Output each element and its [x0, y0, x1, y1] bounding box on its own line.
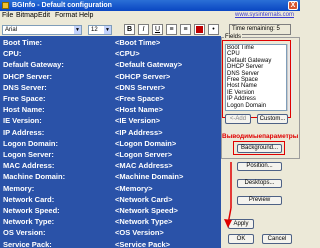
fields-annotation-box [222, 40, 291, 118]
field-label: IE Version: [3, 116, 42, 126]
field-label: Memory: [3, 183, 35, 193]
align-center-button[interactable]: ≡ [180, 24, 191, 35]
font-color-button[interactable] [194, 24, 205, 35]
field-label: Free Space: [3, 94, 46, 103]
cancel-button[interactable]: Cancel [262, 234, 292, 244]
chevron-down-icon: ▼ [104, 26, 111, 34]
field-value: <IP Address> [115, 127, 163, 137]
field-label: DNS Server: [3, 82, 47, 92]
field-value: <Default Gateway> [115, 60, 183, 70]
field-label: IP Address: [3, 127, 45, 137]
field-label: Logon Domain: [3, 138, 58, 148]
field-label: Default Gateway: [3, 60, 64, 70]
field-value: <Network Speed> [115, 206, 178, 215]
menu-help[interactable]: Help [79, 12, 93, 20]
sysinternals-link[interactable]: www.sysinternals.com [235, 12, 294, 18]
font-size-value: 12 [91, 27, 98, 33]
field-value: <Logon Server> [115, 150, 173, 159]
font-value: Arial [5, 27, 18, 33]
chevron-down-icon: ▼ [74, 26, 81, 34]
preview-button[interactable]: Preview [237, 196, 282, 205]
window-title: BGInfo - Default configuration [12, 2, 112, 9]
menu-file[interactable]: File [2, 12, 13, 20]
field-label: Logon Server: [3, 150, 54, 159]
field-value: <Memory> [115, 183, 153, 193]
field-value: <CPU> [115, 49, 140, 59]
field-label: Boot Time: [3, 38, 43, 47]
font-size-dropdown[interactable]: 12 ▼ [88, 25, 112, 35]
field-value: <DNS Server> [115, 82, 166, 92]
field-value: <Service Pack> [115, 239, 171, 248]
field-value: <Host Name> [115, 105, 163, 115]
color-swatch-icon [196, 26, 203, 33]
bginfo-editor[interactable]: Boot Time: <Boot Time> CPU: <CPU> Default Ga… [0, 36, 221, 248]
field-value: <MAC Address> [115, 161, 173, 171]
desktops-button[interactable]: Desktops... [237, 179, 282, 188]
field-label: Network Speed: [3, 206, 60, 215]
field-value: <Logon Domain> [115, 138, 177, 148]
italic-button[interactable]: I [138, 24, 149, 35]
field-label: CPU: [3, 49, 22, 59]
close-button[interactable]: X [288, 1, 298, 10]
field-value: <Network Type> [115, 217, 173, 227]
field-label: Network Card: [3, 194, 55, 204]
field-label: Network Type: [3, 217, 55, 227]
align-left-button[interactable]: ≡ [166, 24, 177, 35]
field-label: DHCP Server: [3, 71, 53, 81]
underline-button[interactable]: U [152, 24, 163, 35]
annotation-label: Выводимыепараметры [222, 133, 299, 140]
background-annotation-box [233, 141, 285, 155]
menu-bitmap[interactable]: Bitmap [16, 12, 38, 20]
field-label: Service Pack: [3, 239, 52, 248]
apply-button[interactable]: Apply [228, 219, 254, 229]
bullet-list-button[interactable]: • [208, 24, 219, 35]
field-value: <Network Card> [115, 194, 173, 204]
custom-field-button[interactable]: Custom... [257, 114, 288, 124]
field-value: <IE Version> [115, 116, 161, 126]
app-icon [2, 2, 9, 9]
field-value: <OS Version> [115, 228, 164, 238]
field-label: OS Version: [3, 228, 46, 238]
field-label: Machine Domain: [3, 172, 66, 182]
field-value: <Boot Time> [115, 38, 161, 47]
menu-format[interactable]: Format [55, 12, 77, 20]
position-button[interactable]: Position... [237, 162, 282, 171]
add-field-button[interactable]: <-Add [225, 114, 251, 124]
field-value: <Machine Domain> [115, 172, 184, 182]
field-label: Host Name: [3, 105, 45, 115]
field-value: <Free Space> [115, 94, 164, 103]
title-bar: BGInfo - Default configuration X [0, 0, 300, 11]
font-dropdown[interactable]: Arial ▼ [2, 25, 82, 35]
field-value: <DHCP Server> [115, 71, 171, 81]
ok-button[interactable]: OK [228, 234, 254, 244]
menu-edit[interactable]: Edit [38, 12, 50, 20]
bold-button[interactable]: B [124, 24, 135, 35]
field-label: MAC Address: [3, 161, 55, 171]
